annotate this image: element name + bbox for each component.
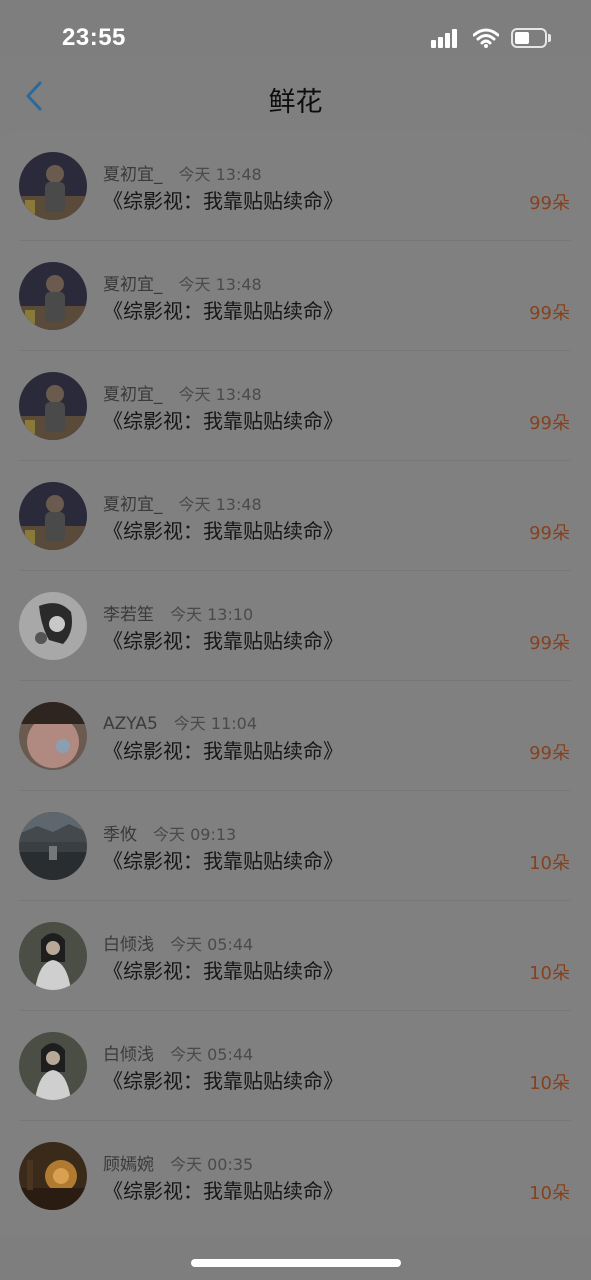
home-indicator[interactable] bbox=[191, 1259, 401, 1267]
page-title: 鲜花 bbox=[268, 87, 323, 118]
avatar[interactable] bbox=[19, 1142, 87, 1210]
list-item[interactable]: 夏初宜_ 今天 13:48 《综影视：我靠贴贴续命》 99朵 bbox=[0, 351, 591, 461]
book-title: 《综影视：我靠贴贴续命》 bbox=[103, 739, 343, 763]
user-name: 夏初宜_ bbox=[103, 165, 163, 185]
list-item[interactable]: 季攸 今天 09:13 《综影视：我靠贴贴续命》 10朵 bbox=[0, 791, 591, 901]
bottom-area bbox=[0, 1235, 591, 1280]
avatar[interactable] bbox=[19, 592, 87, 660]
book-title: 《综影视：我靠贴贴续命》 bbox=[103, 1179, 343, 1203]
user-name: 顾嫣婉 bbox=[103, 1155, 154, 1175]
status-bar: 23:55 bbox=[0, 0, 591, 56]
list-item[interactable]: 顾嫣婉 今天 00:35 《综影视：我靠贴贴续命》 10朵 bbox=[0, 1121, 591, 1231]
nav-bar: 鲜花 bbox=[0, 56, 591, 128]
avatar[interactable] bbox=[19, 372, 87, 440]
battery-icon bbox=[511, 28, 551, 48]
user-name: 季攸 bbox=[103, 825, 137, 845]
flower-count: 99朵 bbox=[529, 743, 570, 764]
flower-count: 10朵 bbox=[529, 853, 570, 874]
list-item[interactable]: 夏初宜_ 今天 13:48 《综影视：我靠贴贴续命》 99朵 bbox=[0, 131, 591, 241]
avatar[interactable] bbox=[19, 1032, 87, 1100]
avatar[interactable] bbox=[19, 812, 87, 880]
gift-time: 今天 05:44 bbox=[170, 1045, 254, 1064]
list-item[interactable]: 夏初宜_ 今天 13:48 《综影视：我靠贴贴续命》 99朵 bbox=[0, 461, 591, 571]
status-time: 23:55 bbox=[62, 24, 126, 51]
user-name: 夏初宜_ bbox=[103, 385, 163, 405]
flower-count: 99朵 bbox=[529, 523, 570, 544]
signal-icon bbox=[431, 28, 459, 48]
list-item[interactable]: 夏初宜_ 今天 13:48 《综影视：我靠贴贴续命》 99朵 bbox=[0, 241, 591, 351]
book-title: 《综影视：我靠贴贴续命》 bbox=[103, 1069, 343, 1093]
gift-time: 今天 13:48 bbox=[178, 385, 262, 404]
book-title: 《综影视：我靠贴贴续命》 bbox=[103, 849, 343, 873]
gift-time: 今天 00:35 bbox=[170, 1155, 254, 1174]
user-name: 夏初宜_ bbox=[103, 495, 163, 515]
flower-count: 10朵 bbox=[529, 1183, 570, 1204]
avatar[interactable] bbox=[19, 922, 87, 990]
user-name: 李若笙 bbox=[103, 605, 154, 625]
list-item[interactable]: 李若笙 今天 13:10 《综影视：我靠贴贴续命》 99朵 bbox=[0, 571, 591, 681]
book-title: 《综影视：我靠贴贴续命》 bbox=[103, 299, 343, 323]
user-name: 夏初宜_ bbox=[103, 275, 163, 295]
user-name: AZYA5 bbox=[103, 714, 158, 734]
list-item[interactable]: 白倾浅 今天 05:44 《综影视：我靠贴贴续命》 10朵 bbox=[0, 1011, 591, 1121]
gift-list[interactable]: 夏初宜_ 今天 13:48 《综影视：我靠贴贴续命》 99朵 夏初宜_ 今天 13:… bbox=[0, 131, 591, 1235]
gift-time: 今天 05:44 bbox=[170, 935, 254, 954]
flower-count: 99朵 bbox=[529, 633, 570, 654]
gift-time: 今天 13:48 bbox=[178, 275, 262, 294]
avatar[interactable] bbox=[19, 482, 87, 550]
gift-time: 今天 09:13 bbox=[153, 825, 237, 844]
book-title: 《综影视：我靠贴贴续命》 bbox=[103, 409, 343, 433]
flower-count: 10朵 bbox=[529, 963, 570, 984]
book-title: 《综影视：我靠贴贴续命》 bbox=[103, 189, 343, 213]
user-name: 白倾浅 bbox=[103, 1045, 154, 1065]
gift-time: 今天 13:48 bbox=[178, 165, 262, 184]
list-item[interactable]: AZYA5 今天 11:04 《综影视：我靠贴贴续命》 99朵 bbox=[0, 681, 591, 791]
avatar[interactable] bbox=[19, 152, 87, 220]
flower-count: 99朵 bbox=[529, 303, 570, 324]
list-item[interactable]: 白倾浅 今天 05:44 《综影视：我靠贴贴续命》 10朵 bbox=[0, 901, 591, 1011]
flower-count: 10朵 bbox=[529, 1073, 570, 1094]
avatar[interactable] bbox=[19, 702, 87, 770]
avatar[interactable] bbox=[19, 262, 87, 330]
gift-time: 今天 11:04 bbox=[173, 714, 257, 733]
wifi-icon bbox=[473, 28, 499, 48]
book-title: 《综影视：我靠贴贴续命》 bbox=[103, 959, 343, 983]
flower-count: 99朵 bbox=[529, 193, 570, 214]
status-icons bbox=[431, 28, 551, 48]
book-title: 《综影视：我靠贴贴续命》 bbox=[103, 519, 343, 543]
gift-time: 今天 13:10 bbox=[170, 605, 254, 624]
book-title: 《综影视：我靠贴贴续命》 bbox=[103, 629, 343, 653]
flower-count: 99朵 bbox=[529, 413, 570, 434]
gift-time: 今天 13:48 bbox=[178, 495, 262, 514]
user-name: 白倾浅 bbox=[103, 935, 154, 955]
